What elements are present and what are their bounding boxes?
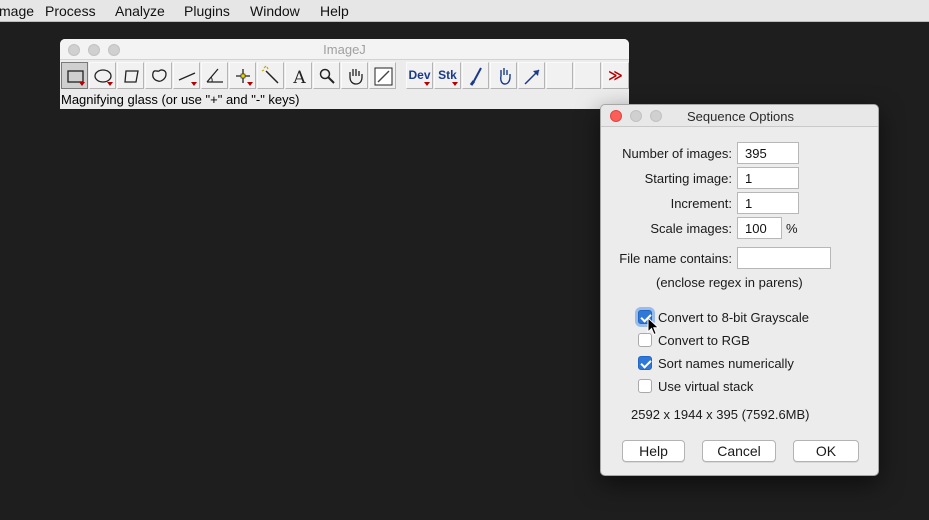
- sort-numerically-label[interactable]: Sort names numerically: [658, 356, 794, 371]
- tool-menu-arrow-icon: [107, 82, 113, 86]
- scale-images-label: Scale images:: [650, 221, 732, 236]
- starting-image-label: Starting image:: [644, 171, 732, 186]
- menu-analyze[interactable]: Analyze: [115, 3, 165, 19]
- ok-button[interactable]: OK: [793, 440, 859, 462]
- brush-icon: [469, 67, 482, 86]
- wand-tool[interactable]: [257, 62, 284, 89]
- rectangle-tool[interactable]: [61, 62, 88, 89]
- imagej-title: ImageJ: [323, 42, 366, 57]
- magnifying-glass-icon: [319, 68, 335, 84]
- menu-plugins[interactable]: Plugins: [184, 3, 230, 19]
- dialog-title: Sequence Options: [687, 109, 794, 124]
- scale-images-input[interactable]: 100: [737, 217, 782, 239]
- regex-hint: (enclose regex in parens): [656, 275, 803, 290]
- angle-tool[interactable]: [201, 62, 228, 89]
- number-of-images-label: Number of images:: [622, 146, 732, 161]
- file-name-contains-label: File name contains:: [619, 251, 732, 266]
- menu-bar: mage Process Analyze Plugins Window Help: [0, 0, 929, 22]
- imagej-status-text: Magnifying glass (or use "+" and "-" key…: [61, 92, 300, 107]
- tool-menu-arrow-icon: [247, 82, 253, 86]
- magnifier-tool[interactable]: [313, 62, 340, 89]
- menu-window[interactable]: Window: [250, 3, 300, 19]
- arrow-icon: [524, 69, 540, 85]
- text-icon: A: [292, 68, 306, 88]
- menu-image[interactable]: mage: [0, 3, 34, 19]
- tool-menu-arrow-icon: [191, 82, 197, 86]
- stk-label: Stk: [438, 68, 457, 82]
- sort-numerically-checkbox[interactable]: [638, 356, 652, 370]
- more-tools-button[interactable]: ≫: [602, 62, 629, 89]
- menu-help[interactable]: Help: [320, 3, 349, 19]
- point-tool[interactable]: [229, 62, 256, 89]
- increment-input[interactable]: 1: [737, 192, 799, 214]
- arrow-tool[interactable]: [518, 62, 545, 89]
- magic-wand-icon: [261, 65, 279, 84]
- oval-tool[interactable]: [89, 62, 116, 89]
- color-picker-tool[interactable]: [369, 62, 396, 89]
- stk-menu-tool[interactable]: Stk: [434, 62, 461, 89]
- menu-process[interactable]: Process: [45, 3, 96, 19]
- angle-icon: [206, 68, 223, 83]
- imagej-window: ImageJ A Dev Stk ≫ Magnifying glass (or …: [60, 39, 629, 109]
- sequence-options-dialog: Sequence Options Number of images: 395 S…: [600, 104, 879, 476]
- pointer-hand-icon: [500, 68, 511, 85]
- hand-icon: [349, 69, 363, 85]
- tool-menu-arrow-icon: [79, 82, 85, 86]
- increment-label: Increment:: [670, 196, 732, 211]
- virtual-stack-checkbox[interactable]: [638, 379, 652, 393]
- polygon-icon: [124, 70, 139, 83]
- convert-rgb-label[interactable]: Convert to RGB: [658, 333, 750, 348]
- imagej-titlebar[interactable]: ImageJ: [60, 39, 629, 60]
- dev-label: Dev: [408, 68, 431, 82]
- virtual-stack-label[interactable]: Use virtual stack: [658, 379, 753, 394]
- polygon-tool[interactable]: [117, 62, 144, 89]
- image-size-info: 2592 x 1944 x 395 (7592.6MB): [631, 407, 810, 422]
- dialog-titlebar[interactable]: Sequence Options: [601, 105, 878, 127]
- freehand-tool[interactable]: [145, 62, 172, 89]
- tool-menu-arrow-icon: [452, 82, 458, 86]
- mouse-pointer-icon: [647, 317, 660, 336]
- brush-tool[interactable]: [462, 62, 489, 89]
- tool-menu-arrow-icon: [424, 82, 430, 86]
- dev-menu-tool[interactable]: Dev: [406, 62, 433, 89]
- svg-text:A: A: [292, 68, 306, 88]
- file-name-contains-input[interactable]: [737, 247, 831, 269]
- cancel-button[interactable]: Cancel: [702, 440, 776, 462]
- eyedropper-icon: [374, 67, 393, 86]
- help-button[interactable]: Help: [622, 440, 685, 462]
- number-of-images-input[interactable]: 395: [737, 142, 799, 164]
- double-chevron-icon: ≫: [608, 67, 623, 83]
- empty-tool-slot[interactable]: [546, 62, 573, 89]
- freehand-icon: [152, 69, 167, 82]
- line-tool[interactable]: [173, 62, 200, 89]
- hand-tool[interactable]: [490, 62, 517, 89]
- scroll-tool[interactable]: [341, 62, 368, 89]
- scale-unit-label: %: [786, 221, 798, 236]
- starting-image-input[interactable]: 1: [737, 167, 799, 189]
- convert-8bit-label[interactable]: Convert to 8-bit Grayscale: [658, 310, 809, 325]
- empty-tool-slot[interactable]: [574, 62, 601, 89]
- text-tool[interactable]: A: [285, 62, 312, 89]
